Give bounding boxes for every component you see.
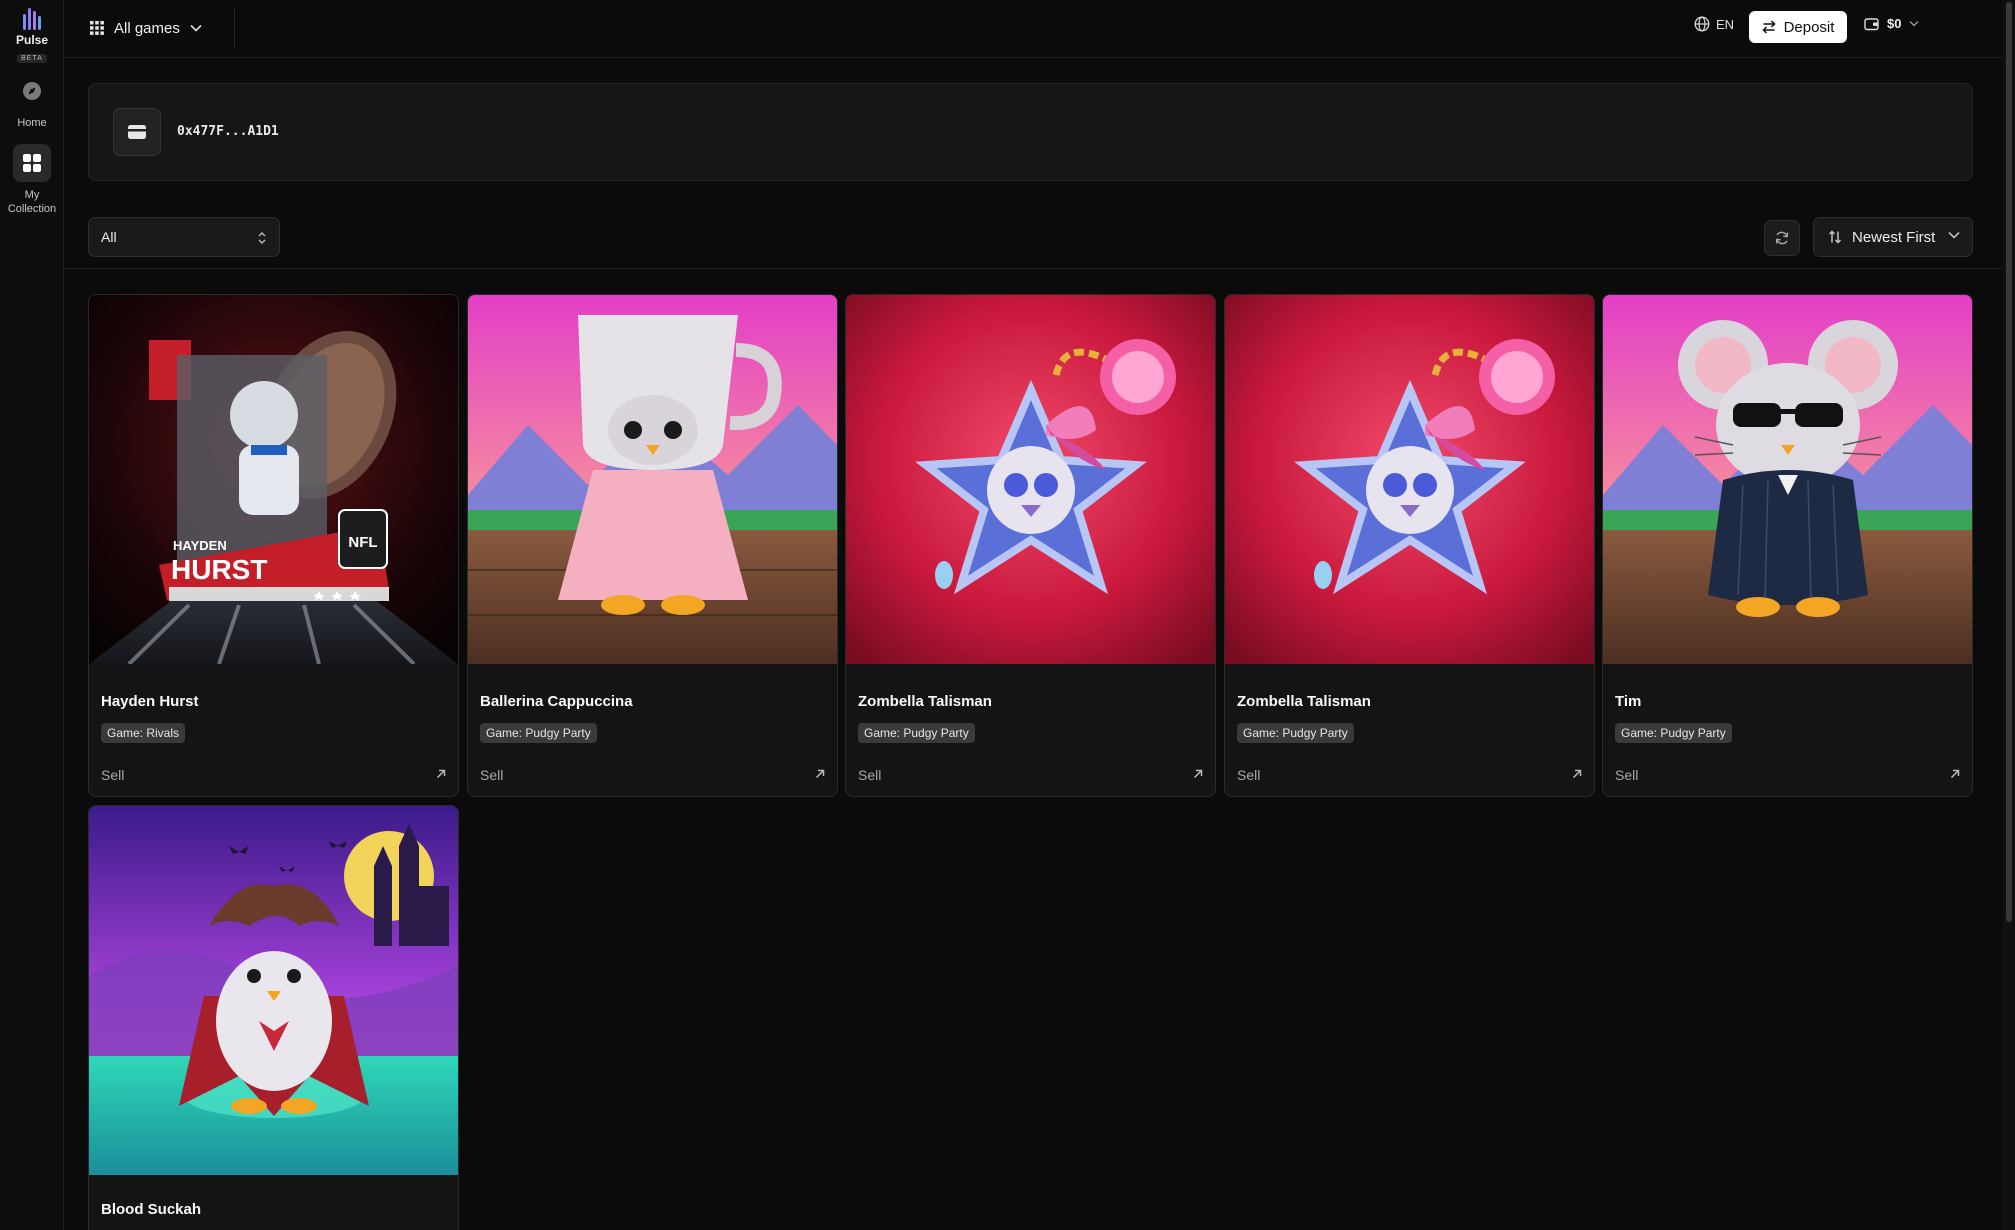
sell-button[interactable]: Sell	[1237, 767, 1260, 783]
card-image-tim	[1603, 295, 1972, 664]
sidebar: Pulse BETA Home My Collection	[0, 0, 64, 1230]
sidebar-item-my-collection[interactable]: My Collection	[0, 144, 64, 216]
collection-card[interactable]: Zombella Talisman Game: Pudgy Party Sell	[1224, 294, 1595, 797]
external-link-icon[interactable]	[1950, 769, 1960, 779]
wallet-balance-dropdown[interactable]: $0	[1864, 16, 1919, 31]
card-image-zombella-talisman	[1225, 295, 1594, 664]
language-selector[interactable]: EN	[1694, 16, 1734, 32]
scrollbar-thumb[interactable]	[2006, 2, 2012, 922]
sort-dropdown[interactable]: Newest First	[1813, 217, 1973, 257]
sell-button[interactable]: Sell	[1615, 767, 1638, 783]
refresh-button[interactable]	[1764, 220, 1800, 256]
sidebar-item-label: My Collection	[7, 189, 57, 215]
game-badge: Game: Pudgy Party	[1237, 723, 1354, 743]
card-image-zombella-talisman	[846, 295, 1215, 664]
chevron-down-icon	[1948, 231, 1960, 239]
top-bar: All games EN Deposit $0	[64, 0, 2004, 58]
collection-card[interactable]: Zombella Talisman Game: Pudgy Party Sell	[845, 294, 1216, 797]
sort-label: Newest First	[1852, 228, 1936, 246]
logo-name: Pulse	[15, 33, 48, 47]
game-filter-value: All	[101, 229, 117, 245]
collection-card[interactable]: Ballerina Cappuccina Game: Pudgy Party S…	[467, 294, 838, 797]
game-badge: Game: Pudgy Party	[858, 723, 975, 743]
external-link-icon[interactable]	[436, 769, 446, 779]
sell-button[interactable]: Sell	[101, 767, 124, 783]
wallet-icon	[113, 108, 161, 156]
card-title: Hayden Hurst	[101, 693, 199, 710]
collection-card[interactable]: NFL HAYDEN HURST Hayden Hurst Game: Riva…	[88, 294, 459, 797]
wallet-address-card: 0x477F...A1D1	[88, 83, 1973, 181]
section-divider	[64, 268, 2004, 269]
sort-icon	[1829, 230, 1841, 244]
card-title: Blood Suckah	[101, 1201, 202, 1218]
card-image-blood-suckah	[89, 806, 458, 1175]
transfer-icon	[1762, 20, 1776, 34]
external-link-icon[interactable]	[815, 769, 825, 779]
external-link-icon[interactable]	[1572, 769, 1582, 779]
collection-card[interactable]: Blood Suckah	[88, 805, 459, 1230]
collection-card[interactable]: Tim Game: Pudgy Party Sell	[1602, 294, 1973, 797]
pulse-logo-icon	[23, 8, 41, 30]
nfl-logo-text: NFL	[348, 534, 377, 551]
all-games-dropdown[interactable]: All games	[90, 14, 202, 42]
globe-icon	[1694, 16, 1710, 32]
game-badge: Game: Pudgy Party	[480, 723, 597, 743]
beta-badge: BETA	[17, 54, 47, 63]
chevron-down-icon	[1909, 21, 1919, 27]
updown-chevron-icon	[258, 232, 266, 244]
card-title: Tim	[1615, 693, 1642, 710]
page-scrollbar[interactable]	[2003, 0, 2015, 1230]
wallet-icon	[1864, 17, 1879, 30]
sell-button[interactable]: Sell	[858, 767, 881, 783]
topbar-divider	[234, 8, 235, 50]
game-badge: Game: Rivals	[101, 723, 186, 743]
balance-value: $0	[1887, 16, 1902, 31]
all-games-label: All games	[114, 19, 180, 37]
deposit-button[interactable]: Deposit	[1749, 11, 1847, 43]
sell-button[interactable]: Sell	[480, 767, 503, 783]
refresh-icon	[1775, 231, 1789, 245]
external-link-icon[interactable]	[1193, 769, 1203, 779]
language-label: EN	[1716, 16, 1735, 32]
apps-grid-icon	[90, 21, 104, 35]
deposit-label: Deposit	[1783, 18, 1835, 36]
compass-icon	[13, 72, 51, 110]
card-title: Zombella Talisman	[858, 693, 992, 710]
card-image-ballerina-cappuccina	[468, 295, 837, 664]
sidebar-item-home[interactable]: Home	[0, 72, 64, 130]
grid-icon	[13, 144, 51, 182]
player-first-name: HAYDEN	[173, 538, 227, 553]
game-filter-select[interactable]: All	[88, 217, 280, 257]
game-badge: Game: Pudgy Party	[1615, 723, 1732, 743]
chevron-down-icon	[190, 24, 202, 32]
card-title: Zombella Talisman	[1237, 693, 1371, 710]
sidebar-item-label: Home	[17, 117, 47, 129]
card-title: Ballerina Cappuccina	[480, 693, 633, 710]
pulse-logo[interactable]: Pulse BETA	[0, 6, 64, 65]
card-image-hayden-hurst: NFL HAYDEN HURST	[89, 295, 458, 664]
wallet-address[interactable]: 0x477F...A1D1	[177, 124, 279, 139]
player-last-name: HURST	[171, 554, 267, 585]
